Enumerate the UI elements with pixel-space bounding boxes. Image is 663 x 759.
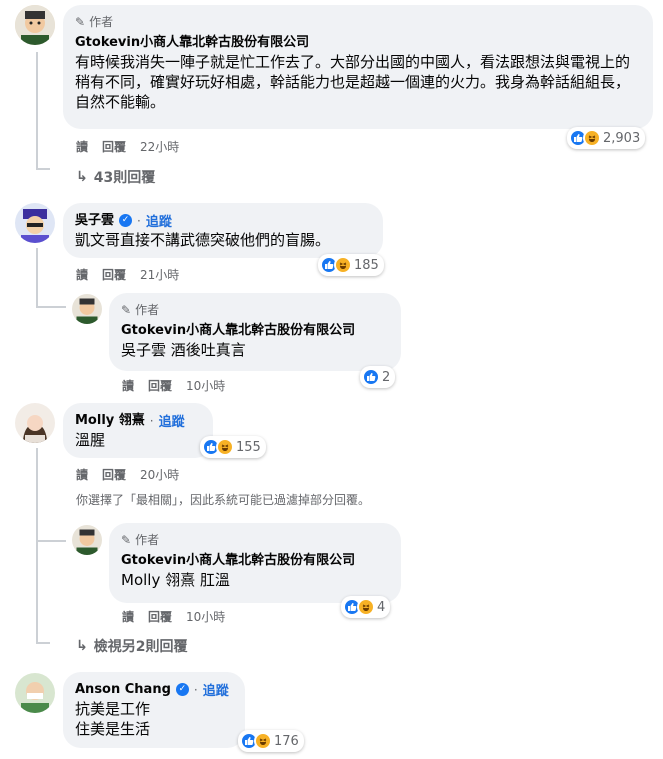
thread-line bbox=[36, 52, 38, 170]
reply-button[interactable]: 回覆 bbox=[102, 466, 126, 483]
haha-reaction-icon bbox=[216, 438, 234, 456]
commenter-name[interactable]: Gtokevin小商人靠北幹古股份有限公司 bbox=[121, 322, 389, 340]
follow-button[interactable]: 追蹤 bbox=[203, 680, 229, 699]
reply-button[interactable]: 回覆 bbox=[102, 266, 126, 283]
separator: · bbox=[149, 413, 154, 428]
comment-text: Molly 翎熹 肛溫 bbox=[121, 571, 230, 589]
read-button[interactable]: 讀 bbox=[122, 377, 134, 394]
timestamp[interactable]: 20小時 bbox=[140, 466, 179, 483]
reply-button[interactable]: 回覆 bbox=[148, 377, 172, 394]
view-more-replies-link[interactable]: ↳ 檢視另2則回覆 bbox=[76, 636, 187, 656]
reaction-count[interactable]: 2,903 bbox=[567, 127, 646, 149]
reply-button[interactable]: 回覆 bbox=[148, 608, 172, 625]
pencil-icon: ✎ bbox=[75, 14, 86, 29]
author-tag: ✎ 作者 bbox=[121, 302, 160, 318]
comment-text: 抗美是工作 住美是生活 bbox=[75, 700, 151, 738]
verified-badge-icon: ✓ bbox=[119, 214, 133, 227]
view-replies-link[interactable]: ↳ 43則回覆 bbox=[76, 167, 155, 187]
commenter-name[interactable]: Molly 翎熹 bbox=[75, 412, 145, 430]
commenter-name[interactable]: 吳子雲 bbox=[75, 212, 114, 230]
follow-button[interactable]: 追蹤 bbox=[159, 411, 185, 430]
reply-button[interactable]: 回覆 bbox=[102, 138, 126, 155]
comment-bubble: Molly 翎熹 · 追蹤 溫腥 bbox=[63, 403, 213, 458]
separator: · bbox=[137, 213, 141, 228]
pencil-icon: ✎ bbox=[121, 532, 132, 547]
read-button[interactable]: 讀 bbox=[76, 466, 88, 483]
reaction-count[interactable]: 4 bbox=[341, 596, 391, 618]
reaction-count[interactable]: 185 bbox=[318, 254, 384, 276]
commenter-name[interactable]: Anson Chang bbox=[75, 681, 171, 699]
pencil-icon: ✎ bbox=[121, 302, 132, 317]
comment-actions: 讀 回覆 10小時 bbox=[122, 608, 225, 625]
haha-reaction-icon bbox=[254, 732, 272, 750]
reply-arrow-icon: ↳ bbox=[76, 638, 88, 654]
avatar[interactable] bbox=[15, 403, 55, 443]
comment-bubble: 吳子雲 ✓ · 追蹤 凱文哥直接不講武德突破他們的盲腸。 bbox=[63, 203, 383, 258]
thread-line bbox=[36, 168, 50, 170]
timestamp[interactable]: 10小時 bbox=[186, 377, 225, 394]
author-tag: ✎ 作者 bbox=[75, 14, 114, 30]
reply-bubble: ✎ 作者 Gtokevin小商人靠北幹古股份有限公司 吳子雲 酒後吐真言 bbox=[109, 293, 401, 371]
comment-text: 吳子雲 酒後吐真言 bbox=[121, 341, 246, 359]
thread-line bbox=[36, 642, 50, 644]
avatar[interactable] bbox=[72, 525, 102, 555]
comment-bubble: ✎ 作者 Gtokevin小商人靠北幹古股份有限公司 有時候我消失一陣子就是忙工作… bbox=[63, 5, 653, 129]
reply-arrow-icon: ↳ bbox=[76, 169, 88, 185]
avatar[interactable] bbox=[15, 203, 55, 243]
thread-line bbox=[36, 306, 66, 308]
reaction-count[interactable]: 2 bbox=[360, 366, 396, 388]
filter-notice: 你選擇了「最相關」，因此系統可能已過濾掉部分回覆。 bbox=[76, 493, 371, 507]
timestamp[interactable]: 22小時 bbox=[140, 138, 179, 155]
read-button[interactable]: 讀 bbox=[122, 608, 134, 625]
follow-button[interactable]: 追蹤 bbox=[146, 211, 172, 230]
read-button[interactable]: 讀 bbox=[76, 138, 88, 155]
thread-line bbox=[36, 448, 38, 644]
avatar[interactable] bbox=[15, 673, 55, 713]
author-tag: ✎ 作者 bbox=[121, 532, 160, 548]
reply-bubble: ✎ 作者 Gtokevin小商人靠北幹古股份有限公司 Molly 翎熹 肛溫 bbox=[109, 523, 401, 603]
avatar[interactable] bbox=[15, 5, 55, 45]
comment-actions: 讀 回覆 21小時 bbox=[76, 266, 179, 283]
reaction-count[interactable]: 155 bbox=[200, 436, 266, 458]
thread-line bbox=[36, 540, 66, 542]
comment-bubble: Anson Chang ✓ · 追蹤 抗美是工作 住美是生活 bbox=[63, 672, 245, 748]
haha-reaction-icon bbox=[583, 129, 601, 147]
commenter-name[interactable]: Gtokevin小商人靠北幹古股份有限公司 bbox=[121, 552, 389, 570]
read-button[interactable]: 讀 bbox=[76, 266, 88, 283]
haha-reaction-icon bbox=[357, 598, 375, 616]
comment-actions: 讀 回覆 10小時 bbox=[122, 377, 225, 394]
timestamp[interactable]: 21小時 bbox=[140, 266, 179, 283]
comment-actions: 讀 回覆 22小時 bbox=[76, 138, 179, 155]
comment-text: 溫腥 bbox=[75, 431, 106, 449]
verified-badge-icon: ✓ bbox=[175, 683, 189, 696]
commenter-name[interactable]: Gtokevin小商人靠北幹古股份有限公司 bbox=[75, 34, 641, 52]
timestamp[interactable]: 10小時 bbox=[186, 608, 225, 625]
comment-actions: 讀 回覆 20小時 bbox=[76, 466, 179, 483]
comment-text: 有時候我消失一陣子就是忙工作去了。大部分出國的中國人，看法跟想法與電視上的稍有不… bbox=[75, 53, 631, 111]
reaction-count[interactable]: 176 bbox=[238, 730, 304, 752]
thread-line bbox=[36, 248, 38, 308]
avatar[interactable] bbox=[72, 294, 102, 324]
comment-text: 凱文哥直接不講武德突破他們的盲腸。 bbox=[75, 231, 331, 249]
separator: · bbox=[193, 682, 198, 697]
haha-reaction-icon bbox=[334, 256, 352, 274]
like-reaction-icon bbox=[362, 368, 380, 386]
